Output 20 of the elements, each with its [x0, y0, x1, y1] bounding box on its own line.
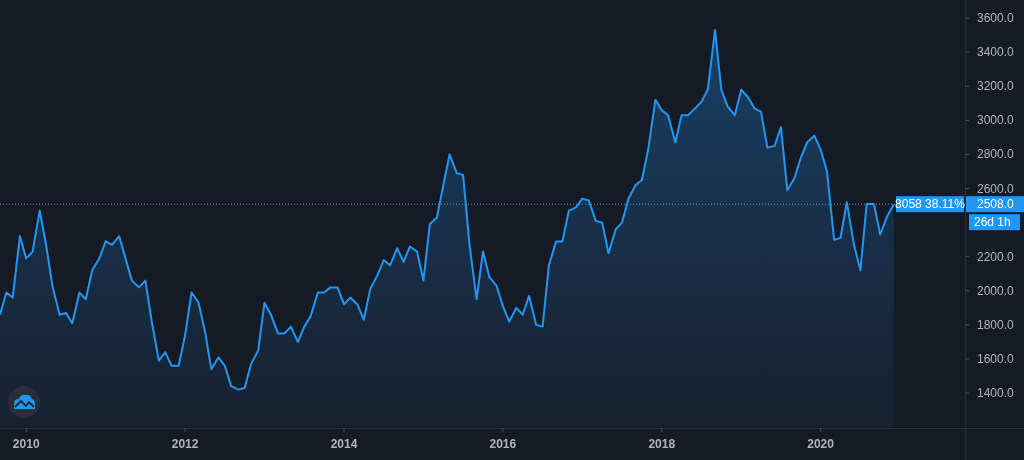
- y-axis-label: 3600.0: [977, 11, 1014, 26]
- y-axis-label: 2000.0: [977, 283, 1014, 298]
- x-axis-label: 2014: [330, 437, 358, 451]
- logo-icon[interactable]: [8, 386, 40, 418]
- y-axis-label: 1600.0: [977, 351, 1014, 366]
- y-axis-label: 3000.0: [977, 113, 1014, 128]
- y-axis-label: 2800.0: [977, 147, 1014, 162]
- y-axis-label: 1400.0: [977, 386, 1014, 401]
- x-axis-label: 2012: [171, 437, 199, 451]
- x-axis-label: 2018: [648, 437, 676, 451]
- x-axis-label: 2016: [489, 437, 517, 451]
- y-axis-label: 2200.0: [977, 249, 1014, 264]
- x-axis-label: 2020: [807, 437, 834, 451]
- y-axis-label: 1800.0: [977, 317, 1014, 332]
- price-label: 2508.0: [966, 196, 1024, 213]
- x-axis-label: 2010: [12, 437, 40, 451]
- y-axis-label: 2600.0: [977, 181, 1014, 196]
- y-axis-label: 3400.0: [977, 45, 1014, 60]
- y-axis-label: 3200.0: [977, 79, 1014, 94]
- duration-label: 26d 1h: [969, 214, 1020, 231]
